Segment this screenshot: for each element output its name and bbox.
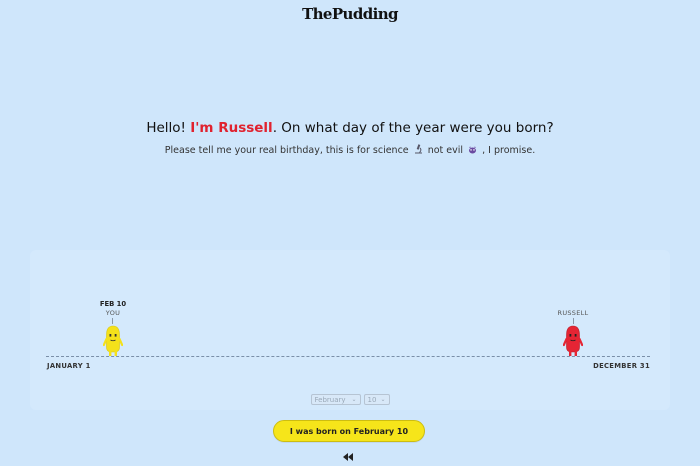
devil-icon	[468, 146, 477, 157]
subline-text-middle: not evil	[427, 145, 464, 156]
greeting-name: I'm Russell	[190, 120, 273, 136]
subline-text-end: , I promise.	[482, 145, 536, 156]
chevron-down-icon: ⌄	[380, 396, 386, 403]
chevron-down-icon: ⌄	[351, 396, 357, 403]
rewind-icon[interactable]	[342, 447, 354, 461]
month-select[interactable]: February ⌄	[310, 394, 361, 405]
greeting-hello: Hello!	[146, 120, 191, 136]
subline-text-start: Please tell me your real birthday, this …	[164, 145, 409, 156]
birthday-selects: February ⌄ 10 ⌄	[0, 394, 700, 405]
timeline-end-label: DECEMBER 31	[593, 362, 650, 370]
day-select-value: 10	[367, 395, 377, 404]
you-character[interactable]	[102, 325, 124, 361]
you-date-label: FEB 10	[99, 300, 127, 308]
pudding-logo[interactable]: ThePudding	[0, 5, 700, 23]
timeline-start-label: JANUARY 1	[47, 362, 91, 370]
month-select-value: February	[314, 395, 346, 404]
russell-label: RUSSELL	[557, 309, 589, 317]
timeline-baseline	[46, 356, 650, 357]
submit-birthday-button[interactable]: I was born on February 10	[273, 420, 425, 442]
greeting-question-text: . On what day of the year were you born?	[272, 120, 554, 136]
microscope-icon	[414, 144, 423, 157]
russell-character	[562, 325, 584, 361]
greeting-subline: Please tell me your real birthday, this …	[0, 144, 700, 157]
greeting-question: Hello! I'm Russell. On what day of the y…	[0, 120, 700, 136]
russell-tick	[573, 318, 574, 324]
day-select[interactable]: 10 ⌄	[363, 394, 390, 405]
you-label: YOU	[105, 309, 121, 317]
you-tick	[112, 318, 113, 324]
